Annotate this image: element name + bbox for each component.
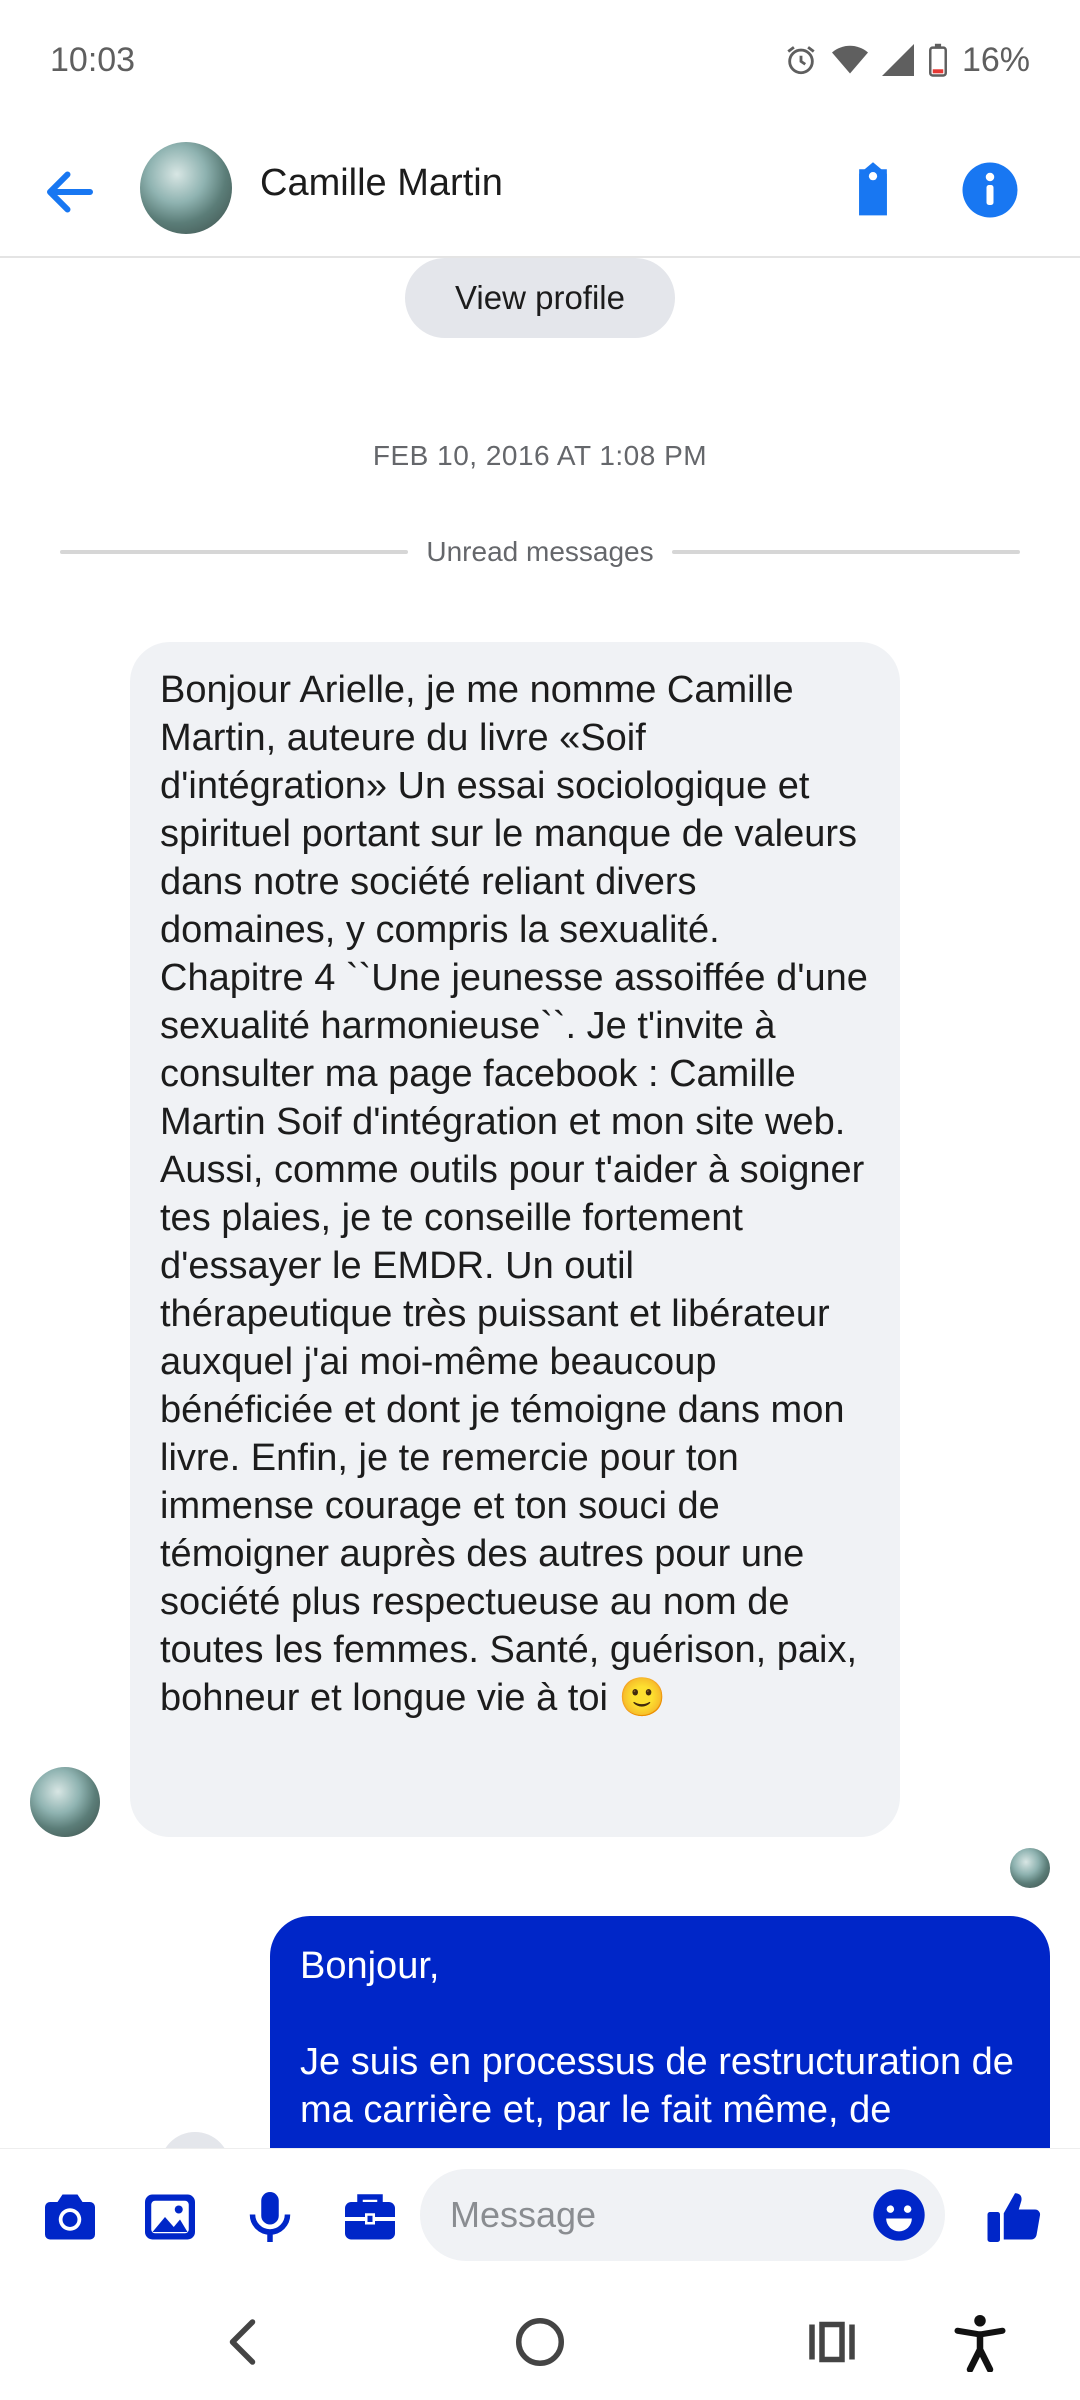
divider-line-left [60,550,409,554]
outgoing-message-text: Bonjour, Je suis en processus de restruc… [300,1945,1014,2131]
accessibility-icon[interactable] [950,2312,1010,2372]
status-bar: 10:03 16% [0,0,1080,120]
messenger-screen: 10:03 16% Camille Martin View profile FE… [0,0,1080,2400]
incoming-message-bubble[interactable]: Bonjour Arielle, je me nomme Camille Mar… [130,642,900,1837]
back-nav-icon[interactable] [215,2312,275,2372]
tag-icon[interactable] [845,160,901,220]
unread-label: Unread messages [426,536,654,567]
info-icon[interactable] [960,160,1020,220]
view-profile-button[interactable]: View profile [405,258,675,338]
contact-avatar[interactable] [140,142,232,234]
read-receipt-avatar [1010,1848,1050,1888]
camera-icon[interactable] [40,2187,100,2247]
divider-line-right [671,550,1021,554]
incoming-message-text: Bonjour Arielle, je me nomme Camille Mar… [160,669,868,1719]
system-nav-bar [0,2284,1080,2400]
microphone-icon[interactable] [240,2187,300,2247]
message-composer [0,2148,1080,2284]
message-field[interactable] [420,2169,945,2261]
battery-low-icon [928,43,947,77]
outgoing-message-bubble[interactable]: Bonjour, Je suis en processus de restruc… [270,1916,1050,2176]
sender-avatar[interactable] [30,1767,100,1837]
contact-name[interactable]: Camille Martin [260,162,503,205]
back-arrow-icon[interactable] [40,162,100,222]
signal-icon [881,44,914,76]
status-icons: 16% [784,41,1030,80]
wifi-icon [831,45,868,74]
chat-header: Camille Martin [0,120,1080,258]
emoji-icon[interactable] [871,2187,927,2243]
gallery-icon[interactable] [140,2187,200,2247]
unread-divider: Unread messages [60,530,1021,574]
briefcase-icon[interactable] [340,2187,400,2247]
alarm-icon [787,46,815,75]
thumbs-up-icon[interactable] [985,2187,1045,2247]
home-nav-icon[interactable] [510,2312,570,2372]
message-timestamp: FEB 10, 2016 AT 1:08 PM [372,440,708,471]
status-time: 10:03 [50,40,136,79]
recents-nav-icon[interactable] [802,2312,862,2372]
battery-level: 16% [961,40,1030,79]
message-input[interactable] [450,2169,850,2261]
